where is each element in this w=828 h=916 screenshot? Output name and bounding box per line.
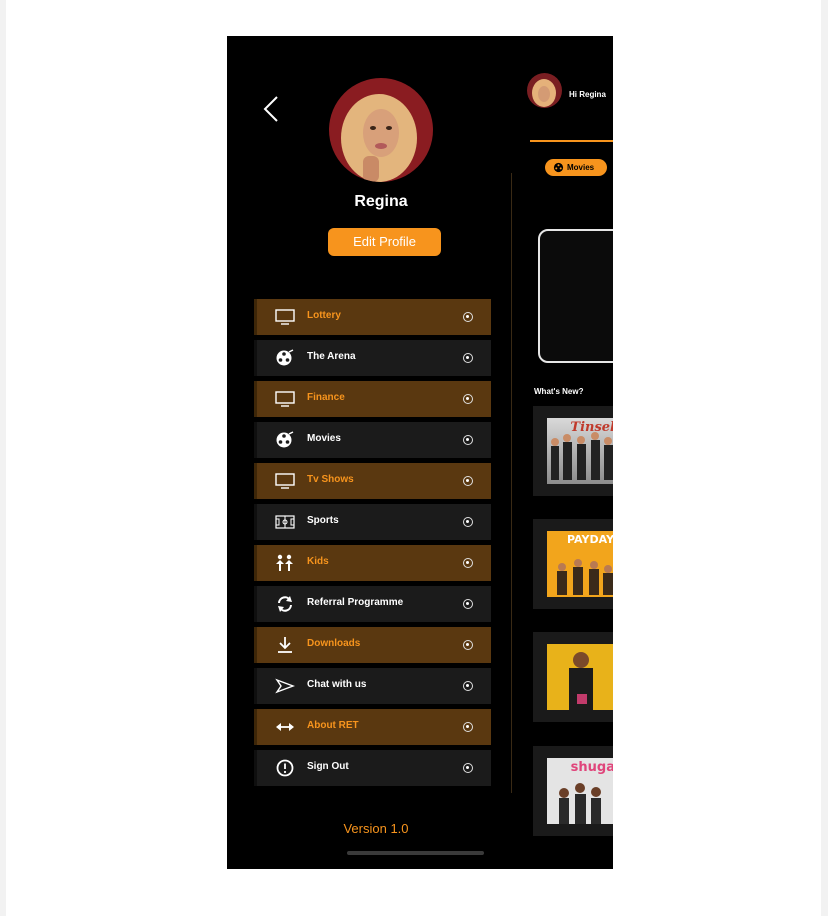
radio-indicator <box>463 517 473 527</box>
radio-indicator <box>463 394 473 404</box>
radio-indicator <box>463 558 473 568</box>
menu-item-label: Kids <box>307 556 329 567</box>
panel-divider <box>511 173 512 793</box>
film-reel-icon <box>276 431 294 448</box>
radio-indicator <box>463 681 473 691</box>
content-thumbnail <box>547 644 613 710</box>
menu-item-the-arena[interactable]: The Arena <box>254 340 491 376</box>
menu-item-label: About RET <box>307 720 359 731</box>
refresh-icon <box>278 596 292 612</box>
football-pitch-icon <box>275 515 295 529</box>
radio-indicator <box>463 476 473 486</box>
category-pill-label: Movies <box>567 163 595 172</box>
menu-item-sports[interactable]: Sports <box>254 504 491 540</box>
radio-indicator <box>463 599 473 609</box>
menu-item-sign-out[interactable]: Sign Out <box>254 750 491 786</box>
kids-icon <box>276 554 293 571</box>
content-thumbnail: shuga <box>547 758 613 824</box>
menu-item-movies[interactable]: Movies <box>254 422 491 458</box>
tv-icon <box>275 391 295 407</box>
radio-indicator <box>463 312 473 322</box>
radio-indicator <box>463 353 473 363</box>
menu-item-kids[interactable]: Kids <box>254 545 491 581</box>
content-card[interactable]: shuga <box>533 746 613 836</box>
menu-item-lottery[interactable]: Lottery <box>254 299 491 335</box>
profile-avatar[interactable] <box>329 78 433 182</box>
home-indicator <box>347 851 484 855</box>
content-thumbnail: Tinsel <box>547 418 613 484</box>
featured-card[interactable] <box>538 229 613 363</box>
header-avatar[interactable] <box>527 73 562 108</box>
menu-item-finance[interactable]: Finance <box>254 381 491 417</box>
profile-name: Regina <box>354 193 408 210</box>
content-card[interactable]: PAYDAY <box>533 519 613 609</box>
menu-item-label: Referral Programme <box>307 597 404 608</box>
menu-item-tv-shows[interactable]: Tv Shows <box>254 463 491 499</box>
content-thumbnail: PAYDAY <box>547 531 613 597</box>
menu-item-downloads[interactable]: Downloads <box>254 627 491 663</box>
menu-item-about-ret[interactable]: About RET <box>254 709 491 745</box>
menu-item-label: The Arena <box>307 351 356 362</box>
edit-profile-button[interactable]: Edit Profile <box>328 228 441 256</box>
menu-item-label: Sign Out <box>307 761 349 772</box>
alert-circle-icon <box>276 759 294 777</box>
content-card[interactable] <box>533 632 613 722</box>
category-pill-movies[interactable]: Movies <box>545 159 607 176</box>
menu-item-label: Downloads <box>307 638 361 649</box>
phone-screen: Hi Regina Movies What's New? Tinsel PAYD… <box>227 36 613 869</box>
menu-item-label: Lottery <box>307 310 341 321</box>
arrows-horizontal-icon <box>276 723 294 731</box>
content-card[interactable]: Tinsel <box>533 406 613 496</box>
menu-item-referral-programme[interactable]: Referral Programme <box>254 586 491 622</box>
tv-icon <box>275 309 295 325</box>
radio-indicator <box>463 435 473 445</box>
radio-indicator <box>463 763 473 773</box>
download-icon <box>278 637 292 653</box>
menu-item-label: Tv Shows <box>307 474 354 485</box>
radio-indicator <box>463 640 473 650</box>
menu-item-label: Sports <box>307 515 339 526</box>
chevron-left-icon <box>263 96 278 122</box>
tv-icon <box>275 473 295 489</box>
film-reel-icon <box>553 162 564 173</box>
back-button[interactable] <box>257 94 283 124</box>
film-reel-icon <box>276 349 294 366</box>
radio-indicator <box>463 722 473 732</box>
menu-item-label: Chat with us <box>307 679 367 690</box>
menu-item-label: Finance <box>307 392 345 403</box>
menu-item-label: Movies <box>307 433 341 444</box>
app-version: Version 1.0 <box>343 821 409 836</box>
menu-item-chat-with-us[interactable]: Chat with us <box>254 668 491 704</box>
send-icon <box>275 678 295 694</box>
page-background: Hi Regina Movies What's New? Tinsel PAYD… <box>6 0 821 916</box>
greeting-text: Hi Regina <box>569 90 606 99</box>
whats-new-title: What's New? <box>534 387 584 396</box>
header-underline <box>530 140 613 142</box>
